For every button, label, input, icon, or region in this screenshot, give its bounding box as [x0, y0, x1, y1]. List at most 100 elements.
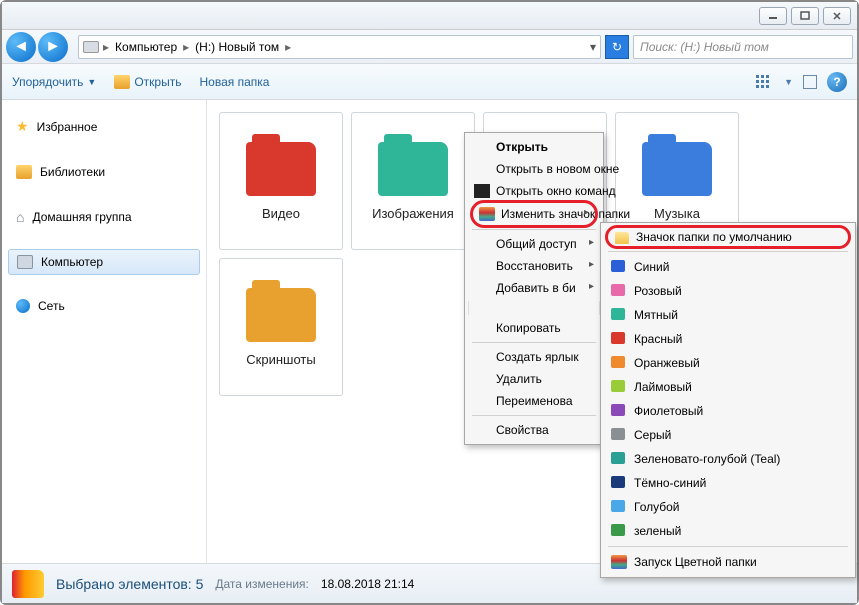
status-selection: Выбрано элементов: 5 [56, 576, 203, 592]
chevron-right-icon[interactable]: ▸ [285, 40, 291, 54]
color-label: Тёмно-синий [634, 476, 706, 490]
folder-icon [114, 75, 130, 89]
folder-label: Музыка [654, 206, 700, 221]
home-icon: ⌂ [16, 209, 24, 225]
ctx-share[interactable]: Общий доступ [468, 233, 600, 255]
sub-color-option[interactable]: Лаймовый [604, 375, 852, 399]
maximize-button[interactable] [791, 7, 819, 25]
star-icon: ★ [16, 118, 29, 135]
color-label: Розовый [634, 284, 682, 298]
color-swatch-icon [611, 380, 625, 392]
sub-color-option[interactable]: Оранжевый [604, 351, 852, 375]
sub-color-option[interactable]: Мятный [604, 303, 852, 327]
ctx-rename[interactable]: Переименова [468, 390, 600, 412]
folder-tile[interactable]: Скриншоты [219, 258, 343, 396]
drive-icon [83, 41, 99, 53]
sub-color-option[interactable]: Серый [604, 423, 852, 447]
view-dropdown-icon[interactable]: ▼ [784, 77, 793, 87]
sub-launch-app[interactable]: Запуск Цветной папки [604, 550, 852, 574]
folder-icon [246, 288, 316, 342]
sub-color-option[interactable]: Розовый [604, 279, 852, 303]
preview-pane-button[interactable] [803, 75, 817, 89]
sub-default-icon[interactable]: Значок папки по умолчанию [605, 225, 851, 249]
search-placeholder: Поиск: (H:) Новый том [640, 40, 769, 54]
color-swatch-icon [611, 524, 625, 536]
sub-color-option[interactable]: Красный [604, 327, 852, 351]
network-icon [16, 299, 30, 313]
sidebar-homegroup[interactable]: ⌂Домашняя группа [2, 203, 206, 231]
color-swatch-icon [611, 308, 625, 320]
color-swatch-icon [611, 428, 625, 440]
folder-label: Видео [262, 206, 300, 221]
minimize-button[interactable] [759, 7, 787, 25]
ctx-copy[interactable]: Копировать [468, 317, 600, 339]
color-swatch-icon [611, 332, 625, 344]
color-label: Зеленовато-голубой (Teal) [634, 452, 780, 466]
back-button[interactable]: ◄ [6, 32, 36, 62]
sidebar-computer[interactable]: Компьютер [8, 249, 200, 275]
ctx-create-shortcut[interactable]: Создать ярлык [468, 346, 600, 368]
color-label: Оранжевый [634, 356, 700, 370]
open-button[interactable]: Открыть [114, 75, 181, 89]
color-swatch-icon [611, 476, 625, 488]
ctx-add-library[interactable]: Добавить в би [468, 277, 600, 299]
folder-icon [642, 142, 712, 196]
view-button[interactable] [756, 75, 774, 89]
help-button[interactable]: ? [827, 72, 847, 92]
ctx-delete[interactable]: Удалить [468, 368, 600, 390]
address-bar[interactable]: ▸ Компьютер ▸ (H:) Новый том ▸ ▾ [78, 35, 601, 59]
color-swatch-icon [611, 284, 625, 296]
organize-button[interactable]: Упорядочить ▼ [12, 75, 96, 89]
folder-label: Скриншоты [246, 352, 315, 367]
status-date-label: Дата изменения: [215, 577, 309, 591]
folder-icon [246, 142, 316, 196]
color-label: Серый [634, 428, 671, 442]
context-menu: Открыть Открыть в новом окне Открыть окн… [464, 132, 604, 445]
ctx-change-folder-icon[interactable]: Изменить значок папки [473, 203, 595, 225]
sub-color-option[interactable]: зеленый [604, 519, 852, 543]
toolbar: Упорядочить ▼ Открыть Новая папка ▼ ? [2, 64, 857, 100]
computer-icon [17, 255, 33, 269]
brush-icon [479, 207, 495, 221]
folder-tile[interactable]: Видео [219, 112, 343, 250]
folder-icon [615, 232, 629, 244]
forward-button[interactable]: ► [38, 32, 68, 62]
ctx-properties[interactable]: Свойства [468, 419, 600, 441]
sidebar-favorites[interactable]: ★Избранное [2, 112, 206, 141]
ctx-open[interactable]: Открыть [468, 136, 600, 158]
breadcrumb-computer[interactable]: Компьютер [109, 40, 183, 54]
folder-label: Изображения [372, 206, 454, 221]
search-input[interactable]: Поиск: (H:) Новый том [633, 35, 853, 59]
color-label: Фиолетовый [634, 404, 703, 418]
color-label: Голубой [634, 500, 680, 514]
sub-color-option[interactable]: Голубой [604, 495, 852, 519]
new-folder-button[interactable]: Новая папка [199, 75, 269, 89]
refresh-button[interactable]: ↻ [605, 35, 629, 59]
navbar: ◄ ► ▸ Компьютер ▸ (H:) Новый том ▸ ▾ ↻ П… [2, 30, 857, 64]
dropdown-icon[interactable]: ▾ [590, 40, 596, 54]
ctx-restore[interactable]: Восстановить [468, 255, 600, 277]
color-swatch-icon [611, 500, 625, 512]
library-icon [16, 165, 32, 179]
color-swatch-icon [611, 404, 625, 416]
separator [472, 415, 596, 416]
status-date-value: 18.08.2018 21:14 [321, 577, 414, 591]
sidebar-network[interactable]: Сеть [2, 293, 206, 319]
separator [608, 546, 848, 547]
ctx-open-new-window[interactable]: Открыть в новом окне [468, 158, 600, 180]
close-button[interactable] [823, 7, 851, 25]
separator [608, 251, 848, 252]
folder-icon [378, 142, 448, 196]
menu-truncation [468, 301, 600, 315]
color-label: Мятный [634, 308, 678, 322]
sub-color-option[interactable]: Синий [604, 255, 852, 279]
cmd-icon [474, 184, 490, 198]
sub-color-option[interactable]: Фиолетовый [604, 399, 852, 423]
ctx-open-cmd[interactable]: Открыть окно команд [468, 180, 600, 202]
sub-color-option[interactable]: Тёмно-синий [604, 471, 852, 495]
folder-tile[interactable]: Изображения [351, 112, 475, 250]
breadcrumb-drive[interactable]: (H:) Новый том [189, 40, 285, 54]
separator [472, 342, 596, 343]
sidebar-libraries[interactable]: Библиотеки [2, 159, 206, 185]
sub-color-option[interactable]: Зеленовато-голубой (Teal) [604, 447, 852, 471]
